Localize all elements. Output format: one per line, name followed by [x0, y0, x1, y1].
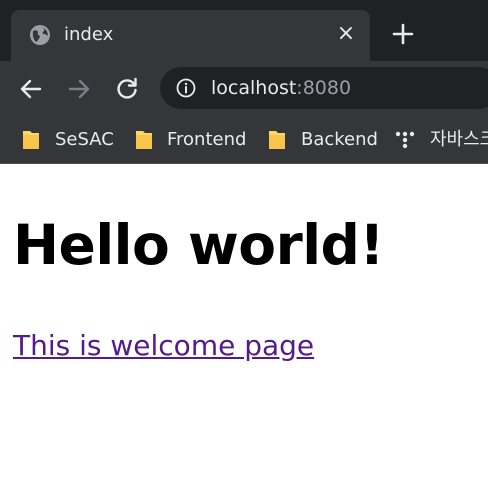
page-viewport: Hello world! This is welcome page [0, 164, 488, 484]
bookmark-label: SeSAC [55, 129, 114, 150]
info-icon[interactable] [176, 78, 196, 98]
close-icon[interactable]: × [336, 23, 356, 45]
folder-icon [21, 128, 41, 152]
reload-icon[interactable] [113, 75, 141, 103]
back-arrow-icon[interactable] [17, 75, 45, 103]
globe-icon [29, 24, 51, 46]
forward-arrow-icon[interactable] [65, 75, 93, 103]
page-heading: Hello world! [13, 213, 385, 277]
tab-strip: index × [0, 0, 488, 61]
url-port: :8080 [296, 77, 352, 99]
tab-title: index [64, 24, 114, 45]
bookmark-label: Frontend [167, 129, 247, 150]
browser-toolbar: localhost:8080 [0, 61, 488, 117]
folder-icon [134, 128, 154, 152]
bookmark-label: Backend [301, 129, 378, 150]
new-tab-button[interactable] [391, 22, 415, 46]
tab-index[interactable]: index × [11, 10, 370, 61]
bookmark-label: 자바스크 [430, 129, 488, 150]
bookmarks-bar: SeSAC Frontend Backend 자바스크 [0, 117, 488, 164]
folder-icon [267, 128, 287, 152]
bookmark-favicon-icon [395, 130, 415, 154]
url-host: localhost [211, 77, 297, 99]
address-bar[interactable]: localhost:8080 [160, 67, 488, 109]
url-text: localhost:8080 [211, 77, 351, 99]
welcome-link[interactable]: This is welcome page [13, 328, 314, 364]
